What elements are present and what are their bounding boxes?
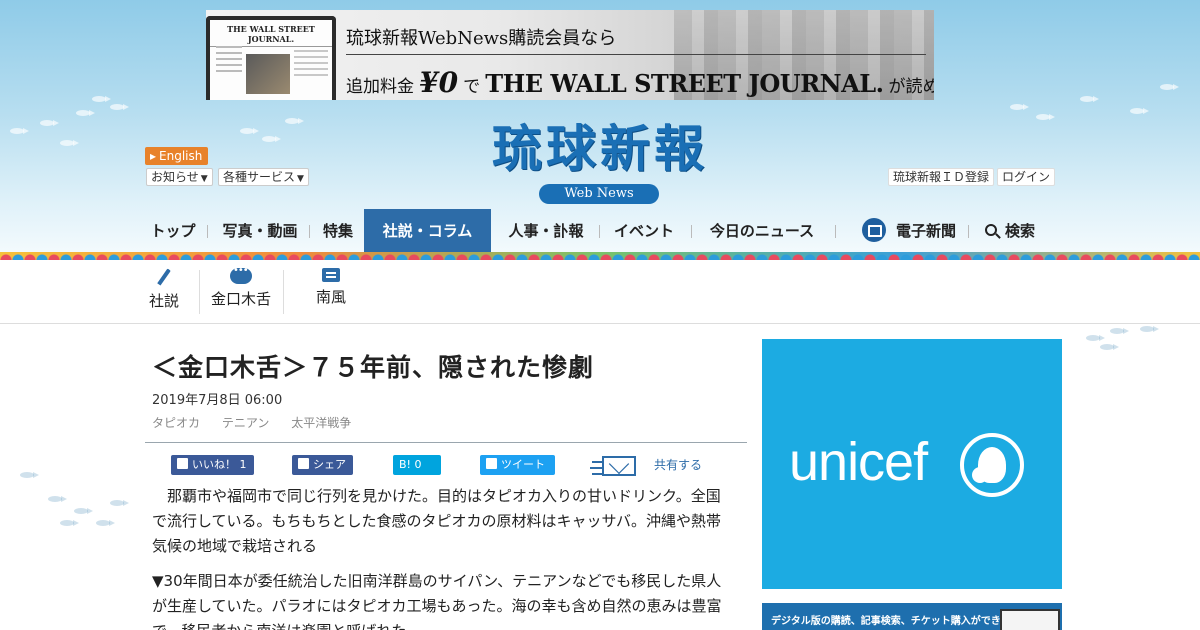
share-all-button[interactable]: 共有する — [588, 453, 702, 477]
caret-down-icon: ▼ — [200, 174, 208, 184]
twitter-icon — [486, 458, 497, 469]
article-date: 2019年7月8日 06:00 — [152, 393, 283, 408]
search-icon — [984, 223, 997, 236]
laptop-masthead: THE WALL STREET JOURNAL. — [210, 24, 332, 47]
notices-label: お知らせ — [151, 170, 199, 184]
unicef-wordmark: unicef — [789, 432, 928, 492]
tag-link[interactable]: タピオカ — [152, 416, 200, 430]
article-divider — [145, 442, 747, 443]
register-id-button[interactable]: 琉球新報ＩＤ登録 — [888, 168, 995, 186]
article-paragraph: 那覇市や福岡市で同じ行列を見かけた。目的はタピオカ入りの甘いドリンク。全国で流行… — [152, 487, 721, 555]
tweet-label: ツイート — [501, 458, 545, 471]
search-label: 検索 — [1004, 222, 1035, 240]
fb-share-label: シェア — [313, 458, 346, 471]
tweet-button[interactable]: ツイート — [480, 455, 555, 475]
nav-events[interactable]: イベント — [611, 209, 677, 253]
facebook-share-button[interactable]: シェア — [292, 455, 353, 475]
article-tags: タピオカ テニアン 太平洋戦争 — [152, 414, 369, 431]
promo-text: デジタル版の購読、記事検索、チケット購入ができる — [771, 616, 1011, 627]
subnav-editorial[interactable]: 社説 — [145, 262, 183, 320]
banner-offer-de: で — [463, 77, 481, 97]
thumbs-up-icon — [177, 458, 188, 469]
facebook-icon — [298, 458, 309, 469]
subnav-editorial-label: 社説 — [148, 292, 179, 310]
subnav-kinkuchi-bokuzetsu[interactable]: 金口木舌 — [207, 262, 275, 320]
banner-wsj-brand: THE WALL STREET JOURNAL. — [485, 69, 884, 98]
speech-bubble-icon — [230, 265, 252, 284]
share-all-label: 共有する — [654, 458, 703, 472]
notices-dropdown[interactable]: お知らせ ▼ — [146, 168, 213, 186]
article-headline: ＜金口木舌＞７５年前、隠された惨劇 — [152, 353, 595, 382]
digital-paper-icon — [861, 217, 886, 242]
caret-down-icon: ▼ — [297, 174, 304, 184]
nav-features[interactable]: 特集 — [317, 209, 359, 253]
english-link[interactable]: English — [145, 147, 209, 165]
divider — [0, 323, 1200, 324]
services-dropdown[interactable]: 各種サービス ▼ — [218, 168, 309, 186]
pen-icon — [157, 268, 171, 286]
tag-link[interactable]: 太平洋戦争 — [291, 416, 351, 430]
nav-todays-news[interactable]: 今日のニュース — [707, 209, 817, 253]
site-logo[interactable]: 琉球新報 — [450, 118, 750, 182]
nav-search[interactable]: 検索 — [979, 209, 1041, 253]
web-news-badge: Web News — [539, 184, 659, 204]
nav-digital-paper[interactable]: 電子新聞 — [854, 209, 964, 253]
digital-paper-label: 電子新聞 — [895, 222, 956, 240]
unicef-ad[interactable]: unicef — [762, 339, 1062, 589]
main-nav: トップ 写真・動画 特集 社説・コラム 人事・訃報 イベント 今日のニュース 電… — [145, 209, 1055, 253]
subnav-haee[interactable]: 南風 — [311, 262, 351, 320]
laptop-image: THE WALL STREET JOURNAL. — [206, 16, 336, 100]
nav-editorials-columns[interactable]: 社説・コラム — [364, 209, 491, 253]
like-label: いいね！ 1 — [192, 458, 247, 471]
nav-top[interactable]: トップ — [145, 209, 201, 253]
facebook-like-button[interactable]: いいね！ 1 — [171, 455, 254, 475]
envelope-icon — [592, 455, 636, 476]
hatena-bookmark-button[interactable]: B! 0 — [393, 455, 441, 475]
sub-nav: 社説 金口木舌 南風 — [145, 262, 1055, 322]
article-paragraph: ▼30年間日本が委任統治した旧南洋群島のサイパン、テニアンなどでも移民した県人が… — [152, 572, 722, 630]
banner-offer: 追加料金 ¥0 で THE WALL STREET JOURNAL. が読める — [346, 66, 934, 99]
nav-personnel-obituaries[interactable]: 人事・訃報 — [503, 209, 589, 253]
subnav-kinkuchi-label: 金口木舌 — [210, 290, 271, 308]
tag-link[interactable]: テニアン — [222, 416, 270, 430]
banner-offer-suffix: が読める — [888, 77, 934, 97]
wsj-banner-ad[interactable]: THE WALL STREET JOURNAL. 琉球新報WebNews購読会員… — [206, 10, 934, 100]
decorative-wave-band — [0, 252, 1200, 260]
banner-price: ¥0 — [419, 66, 459, 99]
nav-photo-video[interactable]: 写真・動画 — [217, 209, 303, 253]
banner-headline: 琉球新報WebNews購読会員なら — [346, 28, 617, 49]
screen-thumbnail — [1000, 609, 1060, 630]
subnav-haee-label: 南風 — [315, 288, 346, 306]
comment-icon — [322, 268, 340, 282]
digital-edition-promo[interactable]: デジタル版の購読、記事検索、チケット購入ができる — [762, 603, 1062, 630]
unicef-globe-icon — [960, 433, 1024, 497]
login-button[interactable]: ログイン — [997, 168, 1056, 186]
services-label: 各種サービス — [223, 170, 296, 184]
banner-offer-prefix: 追加料金 — [346, 77, 414, 97]
